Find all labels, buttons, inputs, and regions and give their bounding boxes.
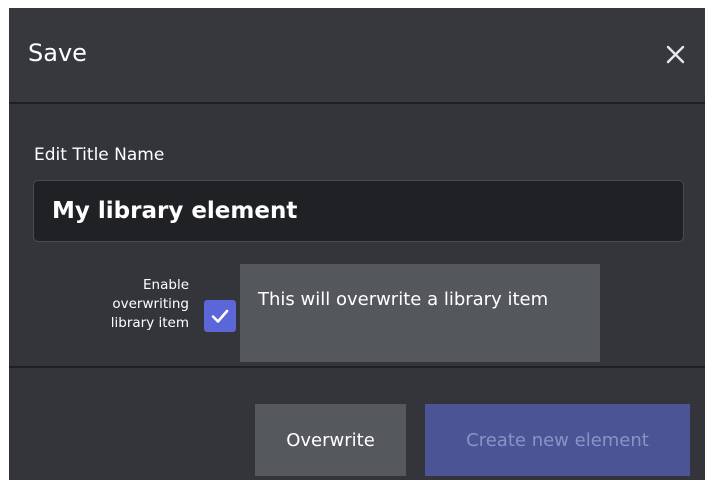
dialog-header: Save: [9, 8, 705, 104]
enable-overwrite-label: Enable overwriting library item: [69, 276, 189, 333]
checkmark-icon: [211, 309, 229, 323]
create-new-element-button[interactable]: Create new element: [425, 404, 690, 476]
close-icon[interactable]: [661, 39, 691, 69]
overwrite-tooltip: This will overwrite a library item: [240, 264, 600, 362]
enable-overwrite-label-line: overwriting: [112, 296, 189, 312]
overwrite-button[interactable]: Overwrite: [255, 404, 406, 476]
enable-overwrite-checkbox[interactable]: [204, 300, 236, 332]
save-dialog: Save Edit Title Name Enable overwriting …: [9, 8, 705, 480]
title-name-label: Edit Title Name: [34, 145, 165, 165]
enable-overwrite-label-line: Enable: [143, 277, 189, 293]
enable-overwrite-label-line: library item: [110, 315, 189, 331]
dialog-title: Save: [28, 39, 87, 67]
title-name-input[interactable]: [33, 180, 684, 242]
